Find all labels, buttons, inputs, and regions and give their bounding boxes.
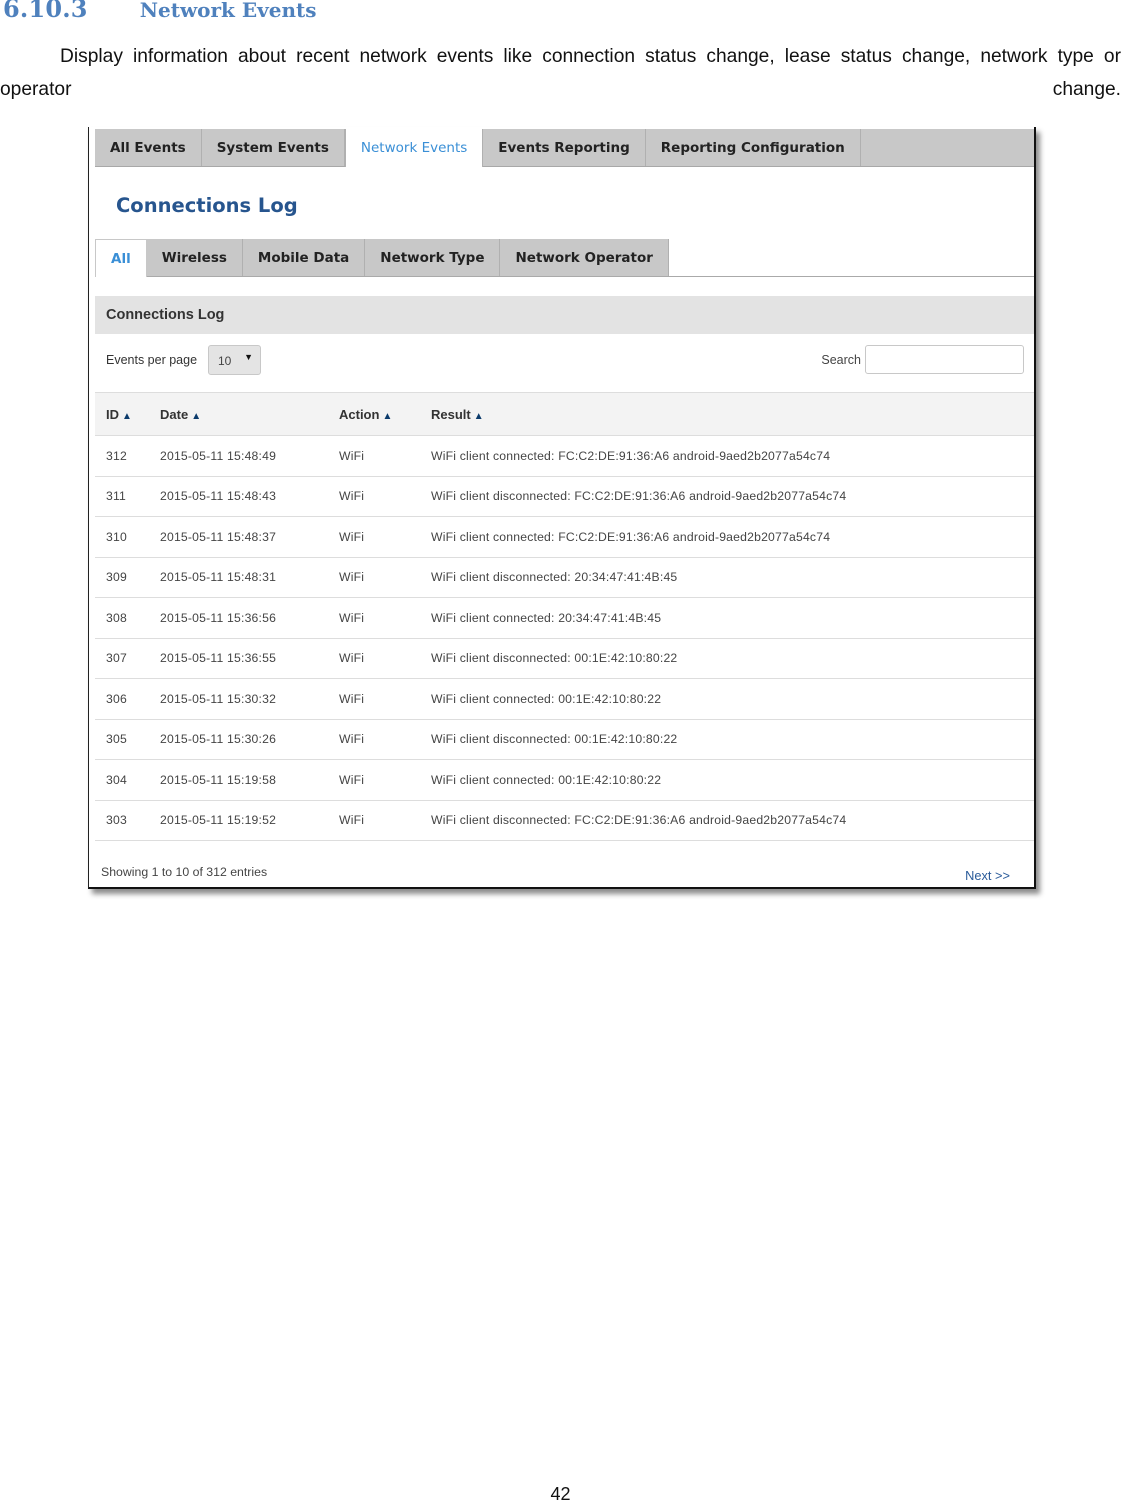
cell-id: 311: [106, 489, 127, 504]
cell-action: WiFi: [339, 691, 365, 706]
column-header-action[interactable]: Action ▲: [328, 393, 420, 436]
table-row[interactable]: 308 2015-05-11 15:36:56 WiFi WiFi client co…: [95, 598, 1034, 638]
tab-events-reporting[interactable]: Events Reporting: [483, 129, 646, 166]
cell-id: 305: [106, 732, 127, 747]
table-row[interactable]: 312 2015-05-11 15:48:49 WiFi WiFi client co…: [95, 436, 1034, 476]
subtab-all[interactable]: All: [95, 239, 147, 277]
cell-date: 2015-05-11 15:30:26: [160, 732, 277, 747]
cell-date: 2015-05-11 15:48:49: [160, 448, 277, 463]
cell-result: WiFi client connected: 00:1E:42:10:80:22: [431, 772, 662, 787]
cell-date: 2015-05-11 15:30:32: [160, 691, 277, 706]
cell-id: 309: [106, 570, 127, 585]
connections-log-screenshot: All Events System Events Network Events …: [88, 127, 1036, 889]
cell-action: WiFi: [339, 570, 365, 585]
cell-date: 2015-05-11 15:36:55: [160, 651, 277, 666]
cell-result: WiFi client disconnected: FC:C2:DE:91:36…: [431, 813, 847, 828]
table-row[interactable]: 311 2015-05-11 15:48:43 WiFi WiFi client di…: [95, 476, 1034, 517]
connections-log-table: ID ▲ Date ▲ Action ▲ Result ▲ 312 2015-05-11 …: [95, 392, 1034, 841]
subtab-network-operator[interactable]: Network Operator: [500, 239, 669, 276]
column-header-result[interactable]: Result ▲: [420, 393, 1034, 436]
cell-id: 306: [106, 691, 127, 706]
table-row[interactable]: 306 2015-05-11 15:30:32 WiFi WiFi client co…: [95, 679, 1034, 719]
tab-all-events[interactable]: All Events: [95, 129, 202, 166]
events-per-page-select[interactable]: 10 ▼: [208, 345, 261, 375]
section-heading: 6.10.3 Network Events: [3, 0, 317, 28]
tab-reporting-configuration[interactable]: Reporting Configuration: [646, 129, 861, 166]
cell-result: WiFi client connected: FC:C2:DE:91:36:A6…: [431, 448, 831, 463]
page-title: Connections Log: [116, 194, 298, 217]
dropdown-arrow-icon: ▼: [244, 352, 253, 362]
cell-action: WiFi: [339, 772, 365, 787]
tab-system-events[interactable]: System Events: [202, 129, 345, 166]
top-tab-bar: All Events System Events Network Events …: [95, 129, 1034, 167]
entries-info: Showing 1 to 10 of 312 entries: [101, 865, 268, 879]
cell-result: WiFi client disconnected: 20:34:47:41:4B…: [431, 570, 678, 585]
subtab-mobile-data[interactable]: Mobile Data: [242, 239, 366, 276]
cell-action: WiFi: [339, 610, 365, 625]
cell-result: WiFi client disconnected: FC:C2:DE:91:36…: [431, 489, 847, 504]
column-header-date[interactable]: Date ▲: [149, 393, 328, 436]
table-row[interactable]: 305 2015-05-11 15:30:26 WiFi WiFi client di…: [95, 719, 1034, 760]
cell-id: 303: [106, 813, 127, 828]
table-row[interactable]: 303 2015-05-11 15:19:52 WiFi WiFi client di…: [95, 800, 1034, 841]
cell-id: 310: [106, 529, 127, 544]
table-body: 312 2015-05-11 15:48:49 WiFi WiFi client co…: [95, 436, 1034, 841]
cell-result: WiFi client connected: FC:C2:DE:91:36:A6…: [431, 529, 831, 544]
sort-up-icon: ▲: [122, 410, 132, 422]
cell-action: WiFi: [339, 813, 365, 828]
section-header: Connections Log: [95, 296, 1034, 334]
sub-tab-bar: All Wireless Mobile Data Network Type Ne…: [95, 239, 1034, 277]
cell-result: WiFi client connected: 00:1E:42:10:80:22: [431, 691, 662, 706]
table-row[interactable]: 309 2015-05-11 15:48:31 WiFi WiFi client di…: [95, 557, 1034, 598]
next-page-link[interactable]: Next >>: [965, 868, 1010, 883]
search-label: Search: [821, 353, 861, 367]
sort-up-icon: ▲: [382, 410, 393, 422]
section-description: Display information about recent network…: [0, 46, 1121, 100]
subtab-network-type[interactable]: Network Type: [365, 239, 501, 276]
table-row[interactable]: 304 2015-05-11 15:19:58 WiFi WiFi client co…: [95, 760, 1034, 800]
cell-id: 307: [106, 651, 127, 666]
column-header-id[interactable]: ID ▲: [95, 393, 149, 436]
table-controls: Events per page 10 ▼ Search: [95, 344, 1034, 380]
cell-date: 2015-05-11 15:36:56: [160, 610, 277, 625]
events-per-page-label: Events per page: [106, 353, 198, 367]
cell-result: WiFi client disconnected: 00:1E:42:10:80…: [431, 651, 678, 666]
cell-date: 2015-05-11 15:19:52: [160, 813, 277, 828]
table-header-row: ID ▲ Date ▲ Action ▲ Result ▲: [95, 392, 1034, 436]
table-row[interactable]: 310 2015-05-11 15:48:37 WiFi WiFi client co…: [95, 517, 1034, 557]
table-row[interactable]: 307 2015-05-11 15:36:55 WiFi WiFi client di…: [95, 638, 1034, 679]
search-input[interactable]: [865, 345, 1024, 374]
cell-action: WiFi: [339, 651, 365, 666]
cell-result: WiFi client disconnected: 00:1E:42:10:80…: [431, 732, 678, 747]
cell-id: 312: [106, 448, 127, 463]
tab-network-events[interactable]: Network Events: [344, 129, 484, 167]
section-number: 6.10.3: [3, 0, 88, 23]
cell-date: 2015-05-11 15:48:37: [160, 529, 277, 544]
cell-action: WiFi: [339, 448, 365, 463]
events-per-page-value: 10: [218, 354, 232, 368]
cell-action: WiFi: [339, 489, 365, 504]
sort-up-icon: ▲: [473, 410, 484, 422]
cell-date: 2015-05-11 15:48:43: [160, 489, 277, 504]
cell-date: 2015-05-11 15:19:58: [160, 772, 277, 787]
cell-action: WiFi: [339, 732, 365, 747]
page-number: 42: [550, 1484, 571, 1504]
cell-date: 2015-05-11 15:48:31: [160, 570, 277, 585]
cell-result: WiFi client connected: 20:34:47:41:4B:45: [431, 610, 662, 625]
sort-up-icon: ▲: [191, 410, 202, 422]
section-title: Network Events: [139, 0, 317, 22]
subtab-wireless[interactable]: Wireless: [146, 239, 243, 276]
cell-id: 304: [106, 772, 127, 787]
cell-action: WiFi: [339, 529, 365, 544]
cell-id: 308: [106, 610, 127, 625]
